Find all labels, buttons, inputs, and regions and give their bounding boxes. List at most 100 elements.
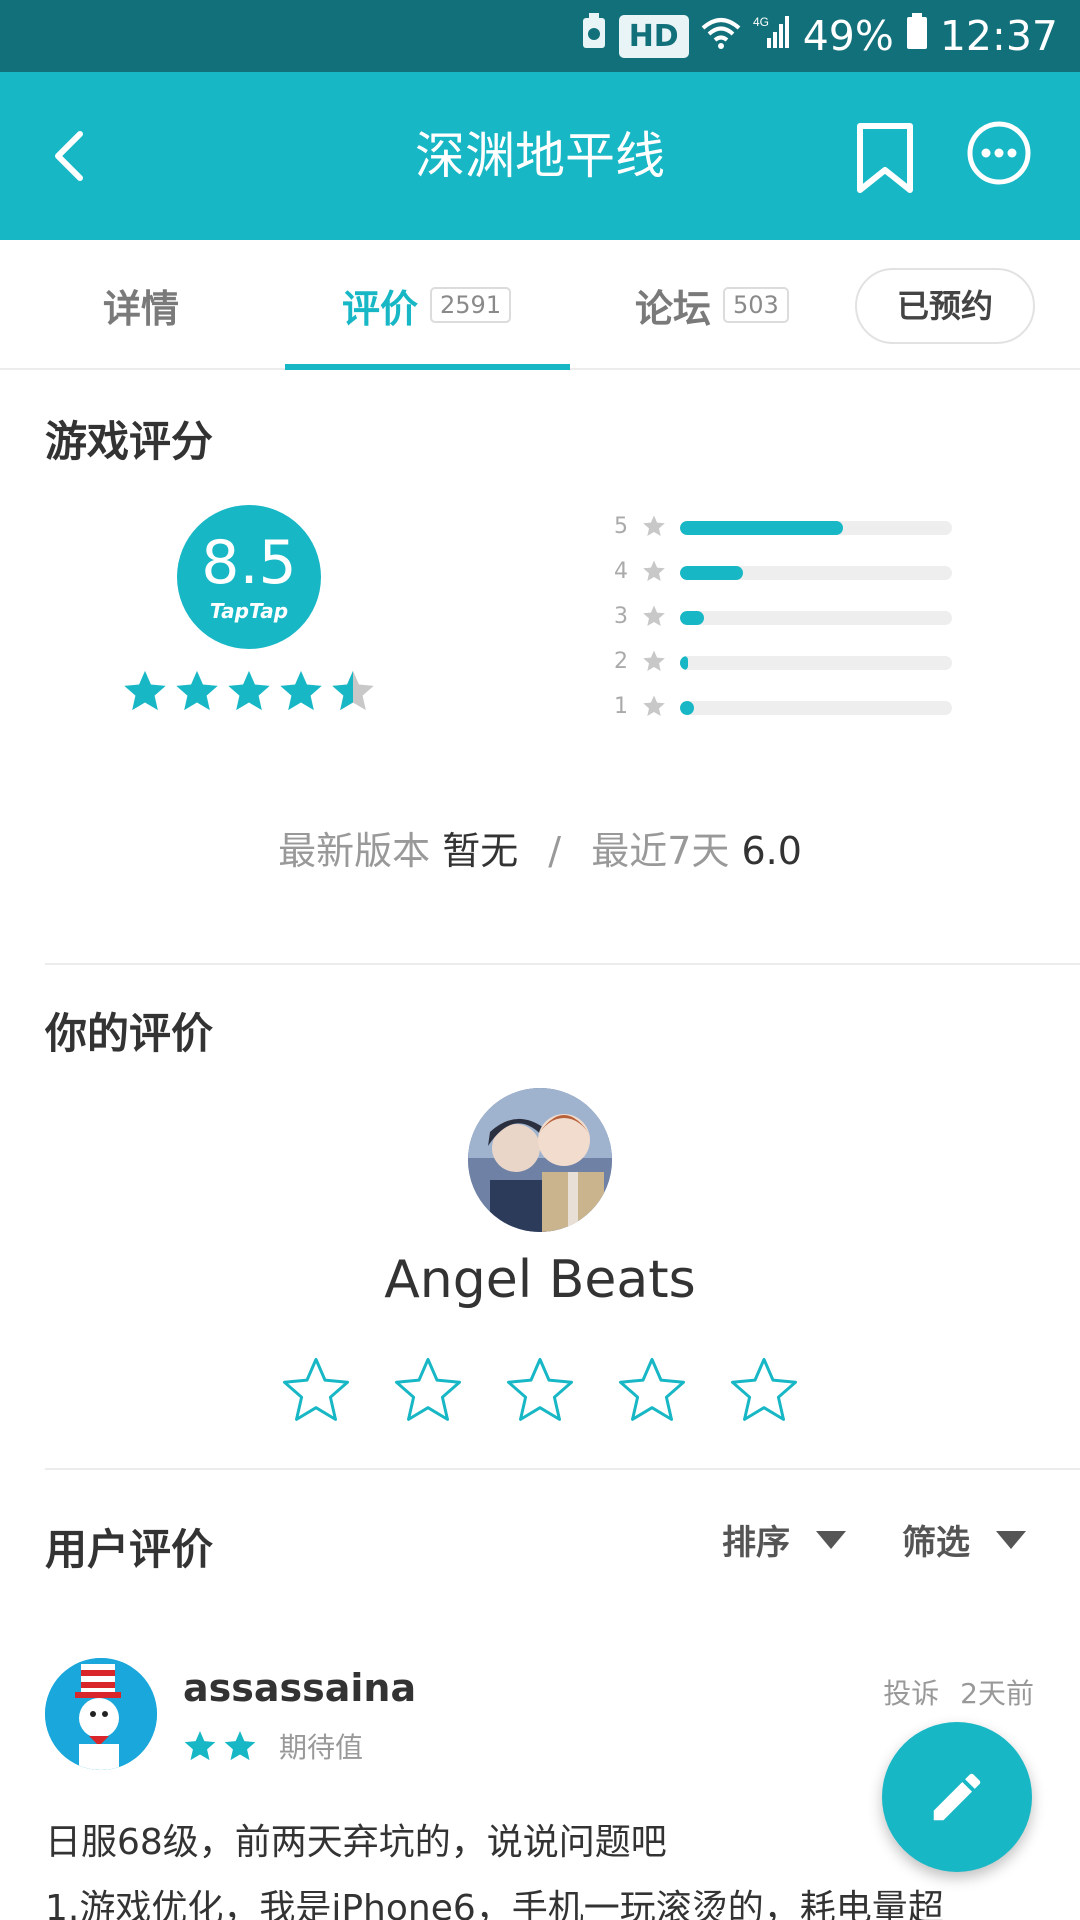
distribution-row-1: 1: [612, 692, 962, 722]
star-icon: [643, 605, 665, 626]
score-value: 8.5: [201, 528, 297, 598]
review-meta: 投诉 2天前: [871, 1672, 1034, 1712]
distribution-bar: [680, 701, 952, 715]
recent-rating-summary: 最新版本 暂无 / 最近7天 6.0: [0, 820, 1080, 875]
star-outline-icon[interactable]: [504, 1354, 576, 1426]
star-full-icon: [280, 670, 322, 711]
rating-input: [280, 1354, 800, 1426]
star-icon: [643, 695, 665, 716]
user-avatar[interactable]: [468, 1088, 612, 1232]
tab-details[interactable]: 详情: [103, 240, 179, 370]
star-icon: [643, 650, 665, 671]
star-level-label: 3: [614, 604, 628, 629]
distribution-fill: [680, 521, 844, 535]
distribution-fill: [680, 611, 705, 625]
clock: 12:37: [939, 12, 1058, 60]
star-full-icon: [124, 670, 166, 711]
review-line: 1.游戏优化，我是iPhone6，手机一玩滚烫的，耗电量超: [45, 1888, 944, 1920]
tab-label: 评价: [342, 286, 419, 331]
review-stars: 期待值: [183, 1726, 363, 1766]
star-outline-icon[interactable]: [728, 1354, 800, 1426]
star-full-icon: [228, 670, 270, 711]
your-rating-title: 你的评价: [45, 1009, 214, 1058]
avatar-image: [45, 1658, 157, 1770]
star-level-label: 4: [614, 559, 628, 584]
distribution-row-2: 2: [612, 647, 962, 677]
star-level-label: 5: [614, 514, 628, 539]
page-title: 深渊地平线: [415, 127, 665, 185]
taptap-logo: TapTap: [209, 599, 289, 623]
tab-count-badge: 2591: [430, 287, 512, 323]
distribution-bar: [680, 656, 952, 670]
tab-forum[interactable]: 论坛 503: [635, 240, 789, 370]
distribution-bar: [680, 611, 952, 625]
app-bar: 深渊地平线: [0, 72, 1080, 240]
tab-indicator: [285, 364, 570, 370]
distribution-fill: [680, 701, 694, 715]
divider: [45, 1468, 1080, 1470]
tab-label: 论坛: [635, 286, 712, 331]
star-outline-icon[interactable]: [392, 1354, 464, 1426]
user-reviews-title: 用户评价: [45, 1525, 214, 1574]
signal-icon: 4G: [753, 12, 791, 60]
distribution-row-4: 4: [612, 557, 962, 587]
battery-icon: [906, 12, 928, 60]
distribution-bar: [680, 521, 952, 535]
status-bar: HD 4G 49% 12:37: [0, 0, 1080, 72]
wifi-icon: [701, 12, 741, 60]
summary-separator: /: [548, 829, 562, 873]
distribution-fill: [680, 656, 689, 670]
star-full-icon: [184, 1731, 216, 1761]
more-button[interactable]: [966, 120, 1032, 186]
tab-bar: 详情 评价 2591 论坛 503 已预约: [0, 240, 1080, 370]
caret-down-icon: [816, 1530, 846, 1549]
star-half-icon: [332, 670, 374, 711]
reviewer-name[interactable]: assassaina: [183, 1666, 416, 1710]
user-name: Angel Beats: [384, 1250, 696, 1310]
network-type-label: 4G: [753, 15, 769, 29]
score-stars: [122, 668, 376, 714]
recent-days-label: 最近7天: [591, 829, 730, 873]
reviewer-avatar[interactable]: [45, 1658, 157, 1770]
distribution-row-3: 3: [612, 602, 962, 632]
star-level-label: 1: [614, 694, 628, 719]
filter-dropdown[interactable]: 筛选: [902, 1515, 1026, 1564]
distribution-row-5: 5: [612, 512, 962, 542]
tab-count-badge: 503: [723, 287, 789, 323]
battery-saver-icon: [581, 12, 607, 60]
write-review-button[interactable]: [882, 1722, 1032, 1872]
star-full-icon: [176, 670, 218, 711]
more-icon: [967, 121, 1031, 185]
star-icon: [643, 515, 665, 536]
recent-days-value: 6.0: [741, 829, 802, 873]
chevron-left-icon: [55, 131, 83, 181]
latest-version-value: 暂无: [442, 829, 519, 873]
star-icon: [643, 560, 665, 581]
avatar-image: [468, 1088, 612, 1232]
caret-down-icon: [996, 1530, 1026, 1549]
back-button[interactable]: [40, 124, 104, 188]
star-full-icon: [224, 1731, 256, 1761]
sort-label: 排序: [722, 1523, 790, 1563]
report-link[interactable]: 投诉: [883, 1677, 939, 1710]
distribution-fill: [680, 566, 743, 580]
pencil-icon: [933, 1773, 981, 1821]
star-outline-icon[interactable]: [616, 1354, 688, 1426]
score-badge: 8.5 TapTap: [177, 505, 321, 649]
sort-dropdown[interactable]: 排序: [722, 1515, 846, 1564]
hd-badge: HD: [618, 14, 689, 58]
star-level-label: 2: [614, 649, 628, 674]
bookmark-icon: [857, 123, 913, 193]
reserved-button[interactable]: 已预约: [855, 268, 1035, 344]
filter-label: 筛选: [902, 1523, 970, 1563]
star-outline-icon[interactable]: [280, 1354, 352, 1426]
game-rating-title: 游戏评分: [45, 417, 214, 466]
battery-percent: 49%: [802, 12, 894, 60]
divider: [45, 963, 1080, 965]
review-time: 2天前: [960, 1677, 1034, 1710]
bookmark-button[interactable]: [852, 122, 918, 194]
review-tag: 期待值: [279, 1731, 364, 1764]
latest-version-label: 最新版本: [278, 829, 431, 873]
distribution-bar: [680, 566, 952, 580]
tab-reviews[interactable]: 评价 2591: [342, 240, 512, 370]
